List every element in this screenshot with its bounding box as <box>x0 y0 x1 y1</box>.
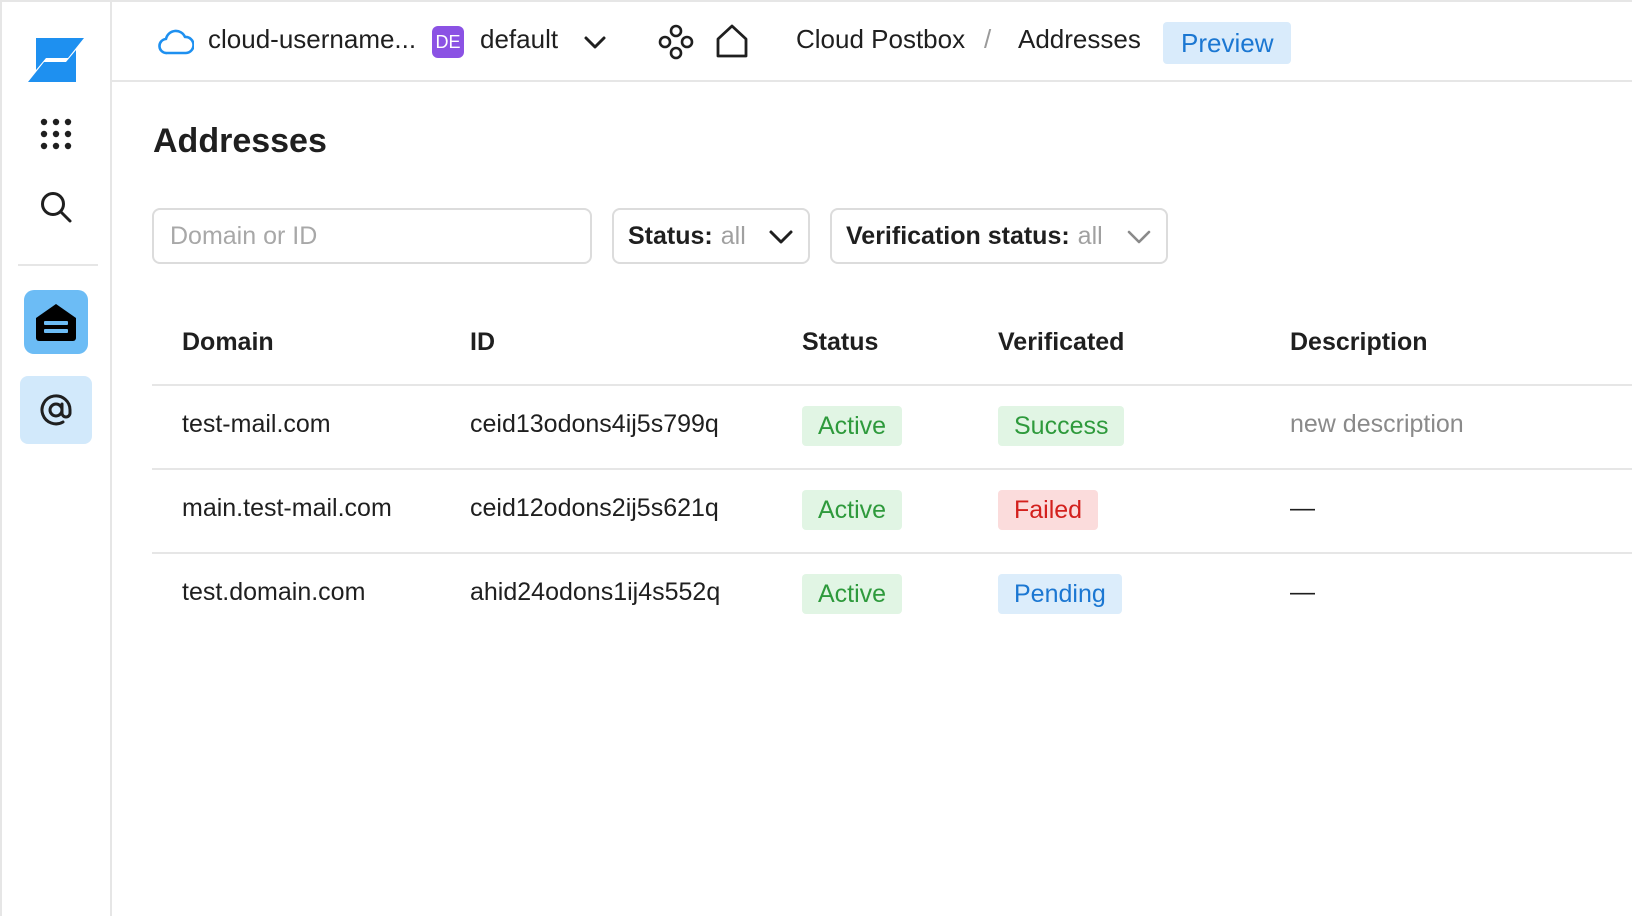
status-filter-value: all <box>720 221 746 250</box>
page-title: Addresses <box>153 122 327 160</box>
preview-badge: Preview <box>1163 22 1292 64</box>
cell-id: ceid12odons2ij5s621q <box>470 494 719 522</box>
chevron-down-icon[interactable] <box>582 30 608 56</box>
top-header: cloud-username... DE default Cloud Postb… <box>112 0 1632 82</box>
cloud-selector[interactable]: cloud-username... <box>208 24 416 55</box>
column-header-domain[interactable]: Domain <box>182 328 274 357</box>
breadcrumb-separator: / <box>984 24 992 54</box>
folder-badge: DE <box>432 26 464 58</box>
sidebar <box>0 0 112 916</box>
home-icon[interactable] <box>714 22 750 60</box>
cloud-logo-icon[interactable] <box>22 30 90 90</box>
chevron-down-icon <box>1126 226 1152 248</box>
verification-filter-label: Verification status: <box>846 221 1070 250</box>
cell-id: ceid13odons4ij5s799q <box>470 410 719 438</box>
cell-description: new description <box>1290 410 1464 438</box>
resources-graph-icon[interactable] <box>658 24 694 60</box>
verification-badge: Failed <box>998 490 1099 530</box>
cell-id: ahid24odons1ij4s552q <box>470 578 721 606</box>
breadcrumb-addresses: Addresses <box>1018 24 1141 54</box>
column-header-status[interactable]: Status <box>802 328 878 357</box>
postbox-icon <box>36 304 76 341</box>
column-header-id[interactable]: ID <box>470 328 495 357</box>
verification-badge: Success <box>998 406 1125 446</box>
verification-filter-value: all <box>1077 221 1103 250</box>
column-header-verification[interactable]: Verificated <box>998 328 1124 357</box>
cell-domain: test.domain.com <box>182 578 366 606</box>
status-filter[interactable]: Status: all <box>612 208 810 264</box>
status-badge: Active <box>802 490 903 530</box>
cell-description: — <box>1290 578 1315 606</box>
sidebar-item-addresses[interactable] <box>20 376 92 444</box>
search-icon[interactable] <box>36 187 76 227</box>
status-badge: Active <box>802 406 903 446</box>
table-row[interactable]: main.test-mail.com ceid12odons2ij5s621q … <box>152 470 1632 554</box>
grid-icon[interactable] <box>36 114 76 154</box>
table-row[interactable]: test.domain.com ahid24odons1ij4s552q Act… <box>152 554 1632 638</box>
search-input[interactable] <box>152 208 592 264</box>
sidebar-divider <box>18 264 98 266</box>
sidebar-item-postbox[interactable] <box>24 290 88 354</box>
cell-domain: main.test-mail.com <box>182 494 392 522</box>
status-filter-label: Status: <box>628 221 713 250</box>
addresses-table: Domain ID Status Verificated Description… <box>152 306 1632 638</box>
cell-domain: test-mail.com <box>182 410 331 438</box>
at-icon <box>40 394 72 426</box>
table-header: Domain ID Status Verificated Description <box>152 306 1632 386</box>
verification-badge: Pending <box>998 574 1122 614</box>
table-row[interactable]: test-mail.com ceid13odons4ij5s799q Activ… <box>152 386 1632 470</box>
verification-status-filter[interactable]: Verification status: all <box>830 208 1168 264</box>
breadcrumb-cloud-postbox[interactable]: Cloud Postbox <box>796 24 965 55</box>
column-header-description[interactable]: Description <box>1290 328 1428 357</box>
chevron-down-icon <box>768 226 794 248</box>
cell-description: — <box>1290 494 1315 522</box>
folder-selector[interactable]: default <box>480 24 558 55</box>
cloud-icon <box>158 28 195 56</box>
status-badge: Active <box>802 574 903 614</box>
